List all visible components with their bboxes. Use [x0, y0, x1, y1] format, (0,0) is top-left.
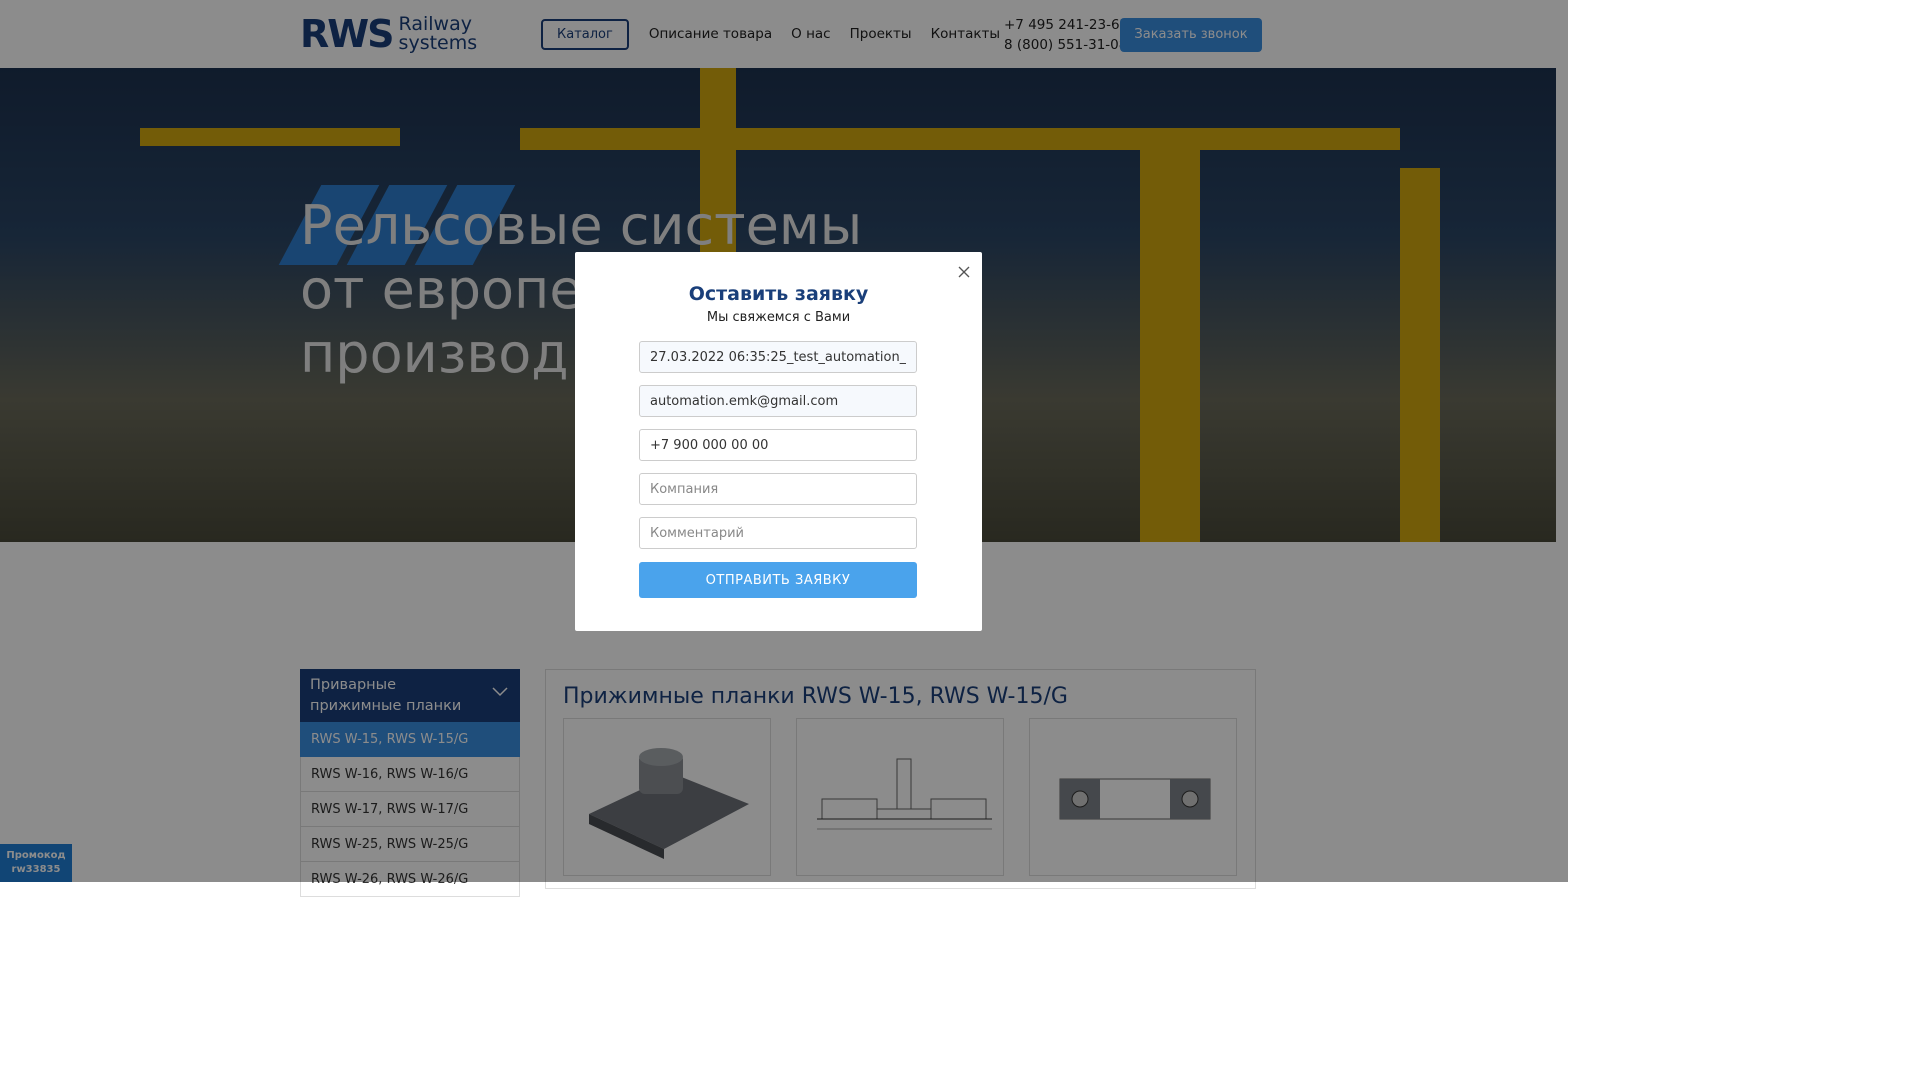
company-field[interactable] [639, 473, 917, 505]
name-field[interactable] [639, 341, 917, 373]
email-field[interactable] [639, 385, 917, 417]
modal-subtitle: Мы свяжемся с Вами [706, 310, 851, 325]
phone-field[interactable] [639, 429, 917, 461]
close-icon[interactable] [956, 264, 972, 280]
modal-title: Оставить заявку [688, 283, 869, 305]
submit-request-button[interactable]: ОТПРАВИТЬ ЗАЯВКУ [639, 562, 917, 598]
request-modal: Оставить заявку Мы свяжемся с Вами ОТПРА… [575, 252, 982, 631]
comment-field[interactable] [639, 517, 917, 549]
